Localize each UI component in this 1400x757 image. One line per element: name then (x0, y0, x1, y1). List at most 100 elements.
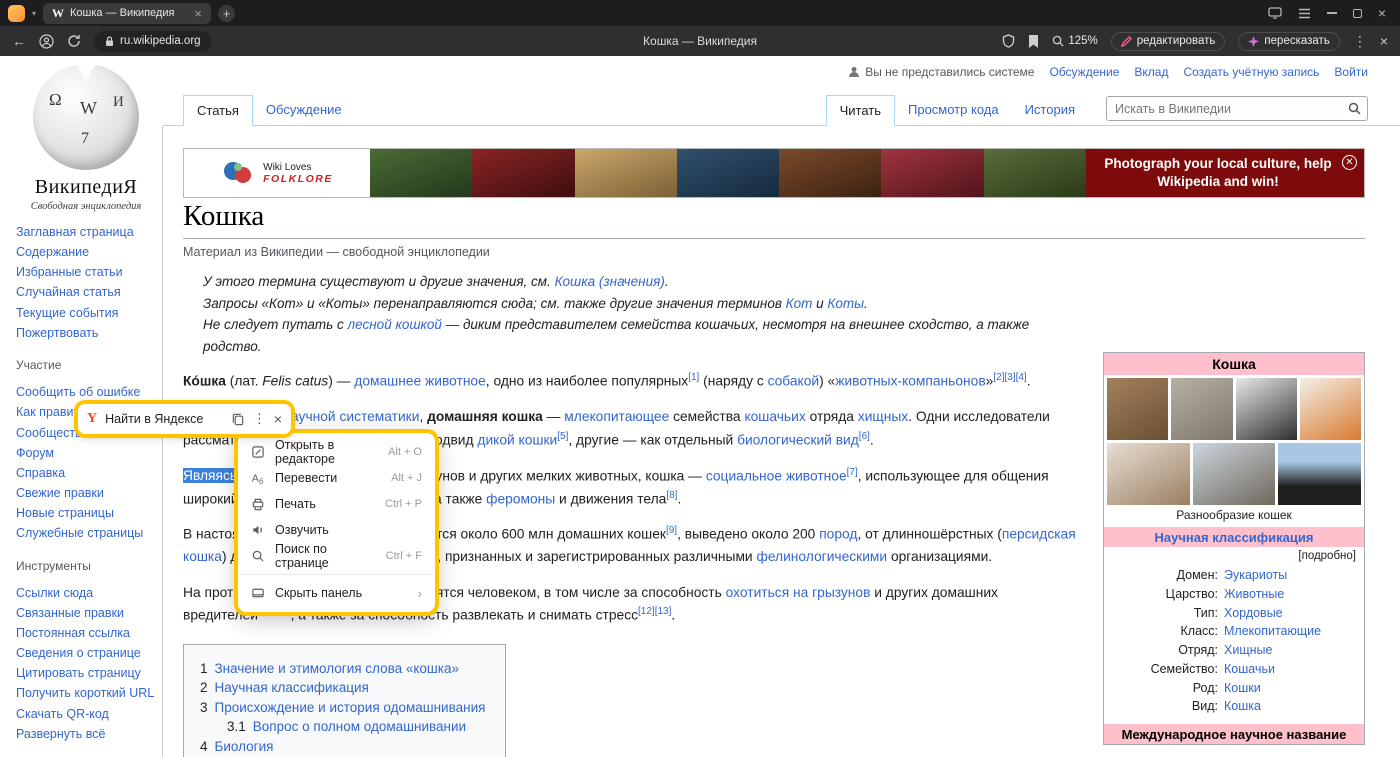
cat-photo[interactable] (1236, 378, 1297, 440)
cat-photo[interactable] (1278, 443, 1361, 505)
user-link-talk[interactable]: Обсуждение (1049, 65, 1119, 79)
toc-item[interactable]: 3.1Вопрос о полном одомашнивании (227, 719, 485, 734)
menu-separator (240, 574, 433, 575)
window-minimize-button[interactable] (1327, 12, 1337, 14)
tab-title: Кошка — Википедия (70, 7, 188, 19)
not-logged-in-status: Вы не представились системе (848, 65, 1034, 79)
tab-view-source[interactable]: Просмотр кода (895, 95, 1012, 126)
tab-history[interactable]: История (1012, 95, 1088, 126)
taxobox-row: Класс:Млекопитающие (1112, 622, 1356, 641)
menu-item-read-aloud[interactable]: Озвучить (238, 517, 435, 543)
menu-item-translate[interactable]: Аб Перевести Alt + J (238, 465, 435, 491)
sidebar-item[interactable]: Сведения о странице (16, 646, 156, 662)
window-maximize-button[interactable] (1353, 9, 1362, 18)
edit-page-button[interactable]: редактировать (1111, 32, 1226, 51)
hatnotes: У этого термина существуют и другие знач… (183, 271, 1365, 357)
taxobox-classification-header[interactable]: Научная классификация (1104, 527, 1364, 547)
search-icon[interactable] (1348, 102, 1361, 115)
sidebar-item[interactable]: Связанные правки (16, 606, 156, 622)
sidebar-item[interactable]: Развернуть всё (16, 727, 156, 743)
banner-logo-line1: Wiki Loves (263, 162, 333, 173)
toc-item[interactable]: 3Происхождение и история одомашнивания (200, 700, 485, 715)
sidebar-item[interactable]: Ссылки сюда (16, 586, 156, 602)
yandex-find-popup[interactable]: Y Найти в Яндексе ⋮ × (78, 404, 291, 434)
sidebar-item[interactable]: Форум (16, 446, 156, 462)
tab-article[interactable]: Статья (183, 95, 253, 126)
window-close-button[interactable]: × (1378, 5, 1386, 21)
profile-avatar[interactable] (8, 5, 25, 22)
cat-photo[interactable] (1300, 378, 1361, 440)
wiki-search-input[interactable] (1107, 102, 1348, 116)
menu-item-open-in-editor[interactable]: Открыть в редакторе Alt + O (238, 439, 435, 465)
user-circle-icon[interactable] (39, 34, 54, 49)
copy-icon[interactable] (231, 412, 245, 426)
zoom-indicator[interactable]: 125% (1052, 35, 1097, 47)
tab-read[interactable]: Читать (826, 95, 895, 126)
browser-tab-bar: ▾ W Кошка — Википедия × + × (0, 0, 1400, 26)
cat-photo[interactable] (1171, 378, 1232, 440)
protect-shield-icon[interactable] (1002, 34, 1015, 48)
yandex-icon: Y (87, 411, 97, 427)
yandex-context-menu: Открыть в редакторе Alt + O Аб Перевести… (238, 433, 435, 612)
translate-icon: Аб (251, 471, 265, 485)
toc-item[interactable]: 1Значение и этимология слова «кошка» (200, 661, 485, 676)
sidebar-item-featured[interactable]: Избранные статьи (16, 265, 156, 281)
popup-close-icon[interactable]: × (274, 411, 282, 427)
sidebar-item-donate[interactable]: Пожертвовать (16, 326, 156, 342)
user-link-create-account[interactable]: Создать учётную запись (1183, 65, 1319, 79)
toc-item[interactable]: 2Научная классификация (200, 680, 485, 695)
hatnote: Не следует путать с лесной кошкой — дики… (183, 314, 1089, 357)
wiki-logo-title: ВикипедиЯ (16, 176, 156, 199)
wiki-logo-subtitle: Свободная энциклопедия (16, 201, 156, 212)
sidebar-item[interactable]: Свежие правки (16, 486, 156, 502)
cat-photo[interactable] (1193, 443, 1276, 505)
cast-icon[interactable] (1268, 7, 1282, 19)
taxobox-details-link[interactable]: [подробно] (1104, 547, 1364, 564)
sidebar-item[interactable]: Сообщить об ошибке (16, 385, 156, 401)
sidebar-item-main[interactable]: Заглавная страница (16, 225, 156, 241)
cat-photo[interactable] (1107, 443, 1190, 505)
toc-item[interactable]: 4Биология (200, 739, 485, 754)
user-link-login[interactable]: Войти (1334, 65, 1368, 79)
sidebar-item[interactable]: Постоянная ссылка (16, 626, 156, 642)
profile-chevron-icon[interactable]: ▾ (32, 9, 36, 18)
menu-item-find-on-page[interactable]: Поиск по странице Ctrl + F (238, 543, 435, 569)
hatnote: Запросы «Кот» и «Коты» перенаправляются … (183, 293, 1089, 315)
more-options-icon[interactable]: ⋮ (1353, 33, 1367, 50)
user-link-contribs[interactable]: Вклад (1134, 65, 1168, 79)
taxobox-row: Домен:Эукариоты (1112, 566, 1356, 585)
browser-tab[interactable]: W Кошка — Википедия × (43, 3, 211, 24)
reload-button[interactable] (67, 34, 81, 48)
menu-item-hide-panel[interactable]: Скрыть панель › (238, 580, 435, 606)
bookmark-flag-icon[interactable] (1028, 35, 1039, 48)
sidebar-item[interactable]: Скачать QR-код (16, 707, 156, 723)
banner-close-icon[interactable]: ✕ (1342, 155, 1357, 170)
address-bar-page-title: Кошка — Википедия (300, 34, 1100, 48)
wiki-loves-folklore-banner[interactable]: Wiki Loves FOLKLORE Photograph your loca… (183, 148, 1365, 198)
sidebar-item[interactable]: Цитировать страницу (16, 666, 156, 682)
url-field[interactable]: ru.wikipedia.org (94, 31, 212, 52)
panels-menu-icon[interactable] (1298, 8, 1311, 19)
popup-more-icon[interactable]: ⋮ (253, 411, 266, 427)
retell-button[interactable]: пересказать (1238, 32, 1339, 51)
sidebar-item[interactable]: Служебные страницы (16, 526, 156, 542)
menu-item-print[interactable]: Печать Ctrl + P (238, 491, 435, 517)
wikipedia-globe-logo[interactable]: Ω W И 7 (33, 64, 139, 170)
back-button[interactable]: ← (12, 33, 26, 49)
sidebar-item[interactable]: Новые страницы (16, 506, 156, 522)
article-tabs-row: Статья Обсуждение Читать Просмотр кода И… (163, 95, 1400, 126)
cat-photo[interactable] (1107, 378, 1168, 440)
sidebar-item[interactable]: Получить короткий URL (16, 686, 156, 702)
wiki-content-header: Вы не представились системе Обсуждение В… (163, 56, 1400, 126)
svg-text:б: б (259, 477, 263, 485)
tab-discussion[interactable]: Обсуждение (253, 95, 355, 126)
new-tab-button[interactable]: + (218, 5, 235, 22)
sidebar-item-random[interactable]: Случайная статья (16, 285, 156, 301)
sidebar-item-contents[interactable]: Содержание (16, 245, 156, 261)
find-in-yandex-label[interactable]: Найти в Яндексе (105, 412, 203, 426)
toolbar-close-icon[interactable]: × (1380, 33, 1388, 49)
taxobox-row: Семейство:Кошачьи (1112, 660, 1356, 679)
sidebar-item-current-events[interactable]: Текущие события (16, 306, 156, 322)
sidebar-item[interactable]: Справка (16, 466, 156, 482)
tab-close-icon[interactable]: × (194, 7, 202, 20)
